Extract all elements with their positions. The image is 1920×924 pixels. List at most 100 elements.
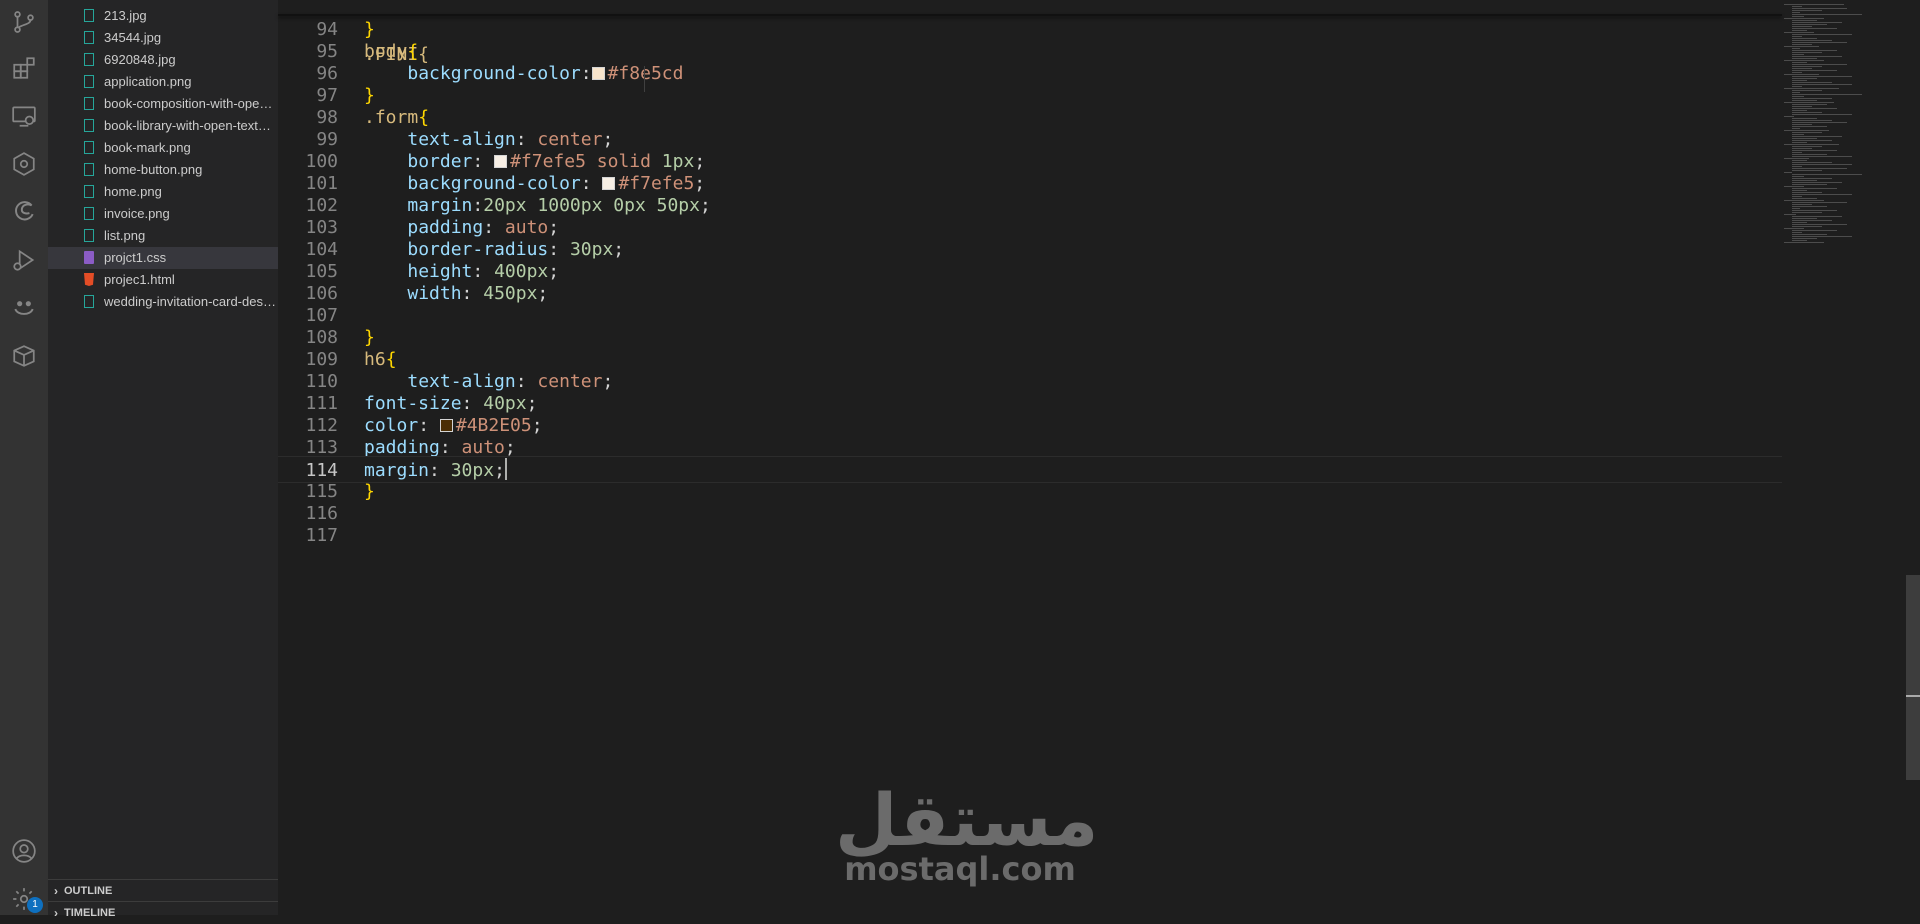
minimap-line: [1792, 198, 1817, 199]
minimap-line: [1792, 124, 1812, 125]
mostaql-watermark: مستقل mostaql.com: [835, 780, 1098, 888]
file-item[interactable]: invoice.png: [48, 203, 278, 225]
extensions-icon[interactable]: [0, 46, 48, 90]
file-name: home.png: [104, 184, 162, 199]
minimap-line: [1792, 176, 1804, 177]
minimap-line: [1792, 208, 1800, 209]
minimap-line: [1792, 70, 1837, 71]
image-file-icon: [84, 185, 94, 198]
minimap-line: [1792, 106, 1812, 107]
minimap-line: [1792, 156, 1852, 157]
minimap-line: [1792, 10, 1822, 11]
code-editor[interactable]: .FINI{ 94} 95 body{96 background-color: #f8…: [278, 0, 1920, 915]
editor-scrollbar-thumb[interactable]: [1906, 575, 1920, 780]
edge-devtools-icon[interactable]: [0, 190, 48, 234]
color-swatch[interactable]: [602, 177, 616, 190]
file-name: projec1.html: [104, 272, 175, 287]
minimap-line: [1792, 76, 1852, 77]
file-item[interactable]: home-button.png: [48, 159, 278, 181]
minimap-line: [1792, 236, 1852, 237]
minimap-line: [1792, 112, 1822, 113]
file-item[interactable]: projct1.css: [48, 247, 278, 269]
minimap-line: [1792, 120, 1832, 121]
file-item[interactable]: home.png: [48, 181, 278, 203]
activity-bar: 1: [0, 0, 48, 915]
minimap-line: [1792, 36, 1802, 37]
minimap-line: [1784, 32, 1814, 33]
file-item[interactable]: book-library-with-open-textbook.jpg: [48, 115, 278, 137]
minimap[interactable]: [1782, 0, 1912, 243]
file-item[interactable]: projec1.html: [48, 269, 278, 291]
minimap-line: [1792, 192, 1822, 193]
minimap-line: [1784, 60, 1824, 61]
minimap-line: [1792, 226, 1822, 227]
minimap-line: [1792, 206, 1827, 207]
minimap-line: [1792, 148, 1812, 149]
minimap-line: [1792, 26, 1812, 27]
file-item[interactable]: 6920848.jpg: [48, 49, 278, 71]
file-name: wedding-invitation-card-design.png: [104, 294, 276, 309]
minimap-line: [1792, 6, 1802, 7]
minimap-line: [1792, 140, 1832, 141]
file-name: book-composition-with-open-book-and-coff…: [104, 96, 276, 111]
file-item[interactable]: book-composition-with-open-book-and-coff…: [48, 93, 278, 115]
minimap-line: [1792, 136, 1842, 137]
minimap-line: [1792, 8, 1847, 9]
kubernetes-icon[interactable]: [0, 142, 48, 186]
file-name: home-button.png: [104, 162, 203, 177]
minimap-line: [1792, 84, 1852, 85]
minimap-line: [1792, 86, 1802, 87]
minimap-line: [1784, 74, 1819, 75]
minimap-line: [1784, 242, 1824, 243]
minimap-line: [1792, 232, 1802, 233]
file-item[interactable]: 213.jpg: [48, 5, 278, 27]
account-icon[interactable]: [0, 829, 48, 873]
minimap-line: [1792, 100, 1817, 101]
run-debug-icon[interactable]: [0, 238, 48, 282]
minimap-line: [1792, 202, 1847, 203]
minimap-line: [1784, 18, 1824, 19]
minimap-line: [1792, 154, 1827, 155]
file-item[interactable]: book-mark.png: [48, 137, 278, 159]
minimap-line: [1792, 188, 1837, 189]
minimap-line: [1792, 166, 1802, 167]
minimap-line: [1792, 230, 1837, 231]
remote-explorer-icon[interactable]: [0, 94, 48, 138]
css-file-icon: [84, 251, 94, 264]
color-swatch[interactable]: [591, 67, 605, 80]
outline-panel-header[interactable]: › OUTLINE: [48, 879, 278, 902]
file-name: book-library-with-open-textbook.jpg: [104, 118, 276, 133]
source-control-icon[interactable]: [0, 0, 48, 44]
file-name: 213.jpg: [104, 8, 147, 23]
minimap-line: [1784, 186, 1804, 187]
minimap-line: [1792, 52, 1822, 53]
file-item[interactable]: list.png: [48, 225, 278, 247]
minimap-line: [1792, 16, 1804, 17]
image-file-icon: [84, 163, 94, 176]
file-name: 6920848.jpg: [104, 52, 176, 67]
timeline-panel-header[interactable]: › TIMELINE: [48, 901, 278, 924]
line-number: 117: [305, 525, 338, 546]
minimap-line: [1792, 196, 1802, 197]
indent-guide: [644, 66, 645, 92]
watermark-latin: mostaql.com: [844, 850, 1076, 888]
minimap-line: [1792, 78, 1817, 79]
minimap-line: [1784, 214, 1796, 215]
minimap-line: [1792, 24, 1827, 25]
minimap-line: [1792, 222, 1807, 223]
minimap-line: [1792, 38, 1817, 39]
package-icon[interactable]: [0, 334, 48, 378]
file-item[interactable]: 34544.jpg: [48, 27, 278, 49]
color-swatch[interactable]: [439, 419, 453, 432]
minimap-line: [1792, 152, 1802, 153]
file-item[interactable]: application.png: [48, 71, 278, 93]
color-swatch[interactable]: [494, 155, 508, 168]
minimap-line: [1792, 114, 1852, 115]
minimap-line: [1792, 142, 1807, 143]
file-item[interactable]: wedding-invitation-card-design.png: [48, 291, 278, 313]
minimap-line: [1792, 162, 1832, 163]
chevron-right-icon: ›: [54, 906, 58, 920]
minimap-line: [1792, 96, 1804, 97]
minimap-line: [1792, 68, 1812, 69]
live-share-icon[interactable]: [0, 286, 48, 330]
